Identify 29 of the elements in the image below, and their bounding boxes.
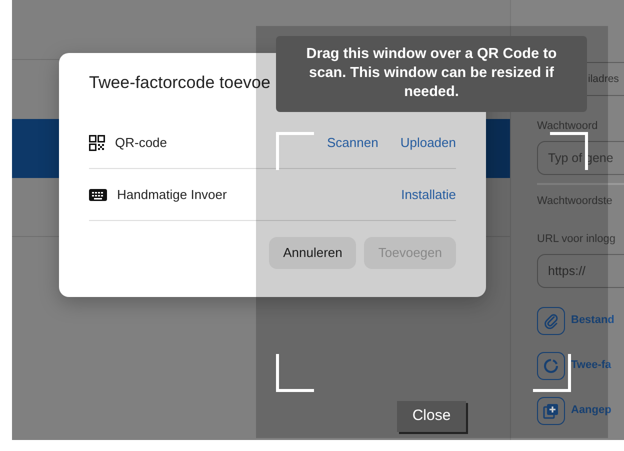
icon-button[interactable] xyxy=(537,352,565,380)
add-layer-icon xyxy=(543,402,559,418)
option-link[interactable]: Scannen xyxy=(327,132,378,152)
scan-frame-corner-icon xyxy=(276,132,314,170)
field-label: Wachtwoordste xyxy=(537,194,614,208)
field-label: Wachtwoord xyxy=(537,119,599,134)
option-label: QR-code xyxy=(115,134,168,152)
paperclip-icon xyxy=(543,312,559,328)
icon-button[interactable] xyxy=(537,396,565,424)
option-link[interactable]: Installatie xyxy=(401,184,456,204)
scan-frame-corner-icon xyxy=(276,354,314,392)
icon-button[interactable] xyxy=(537,306,565,334)
scanner-hint-tooltip: Drag this window over a QR Code to scan. This window can be resized if needed. xyxy=(276,36,587,112)
circle-arrows-icon xyxy=(543,358,559,374)
action-link[interactable]: Twee-fa xyxy=(571,357,612,374)
close-button[interactable]: Close xyxy=(397,401,466,432)
url-field[interactable]: https:// xyxy=(537,254,624,288)
scan-frame-corner-icon xyxy=(533,354,571,392)
field-label: URL voor inlogg xyxy=(537,232,616,247)
qr-code-icon xyxy=(89,134,105,150)
keyboard-icon xyxy=(89,186,107,202)
scan-frame-corner-icon xyxy=(550,132,588,170)
dialog-title: Twee-factorcode toevoe xyxy=(89,72,270,94)
option-link[interactable]: Uploaden xyxy=(400,132,456,152)
email-field[interactable]: iladres xyxy=(587,62,624,96)
dialog-button[interactable]: Annuleren xyxy=(269,237,356,269)
action-link[interactable]: Bestand xyxy=(571,312,614,329)
option-label: Handmatige Invoer xyxy=(117,186,227,204)
action-link[interactable]: Aangep xyxy=(571,402,612,419)
